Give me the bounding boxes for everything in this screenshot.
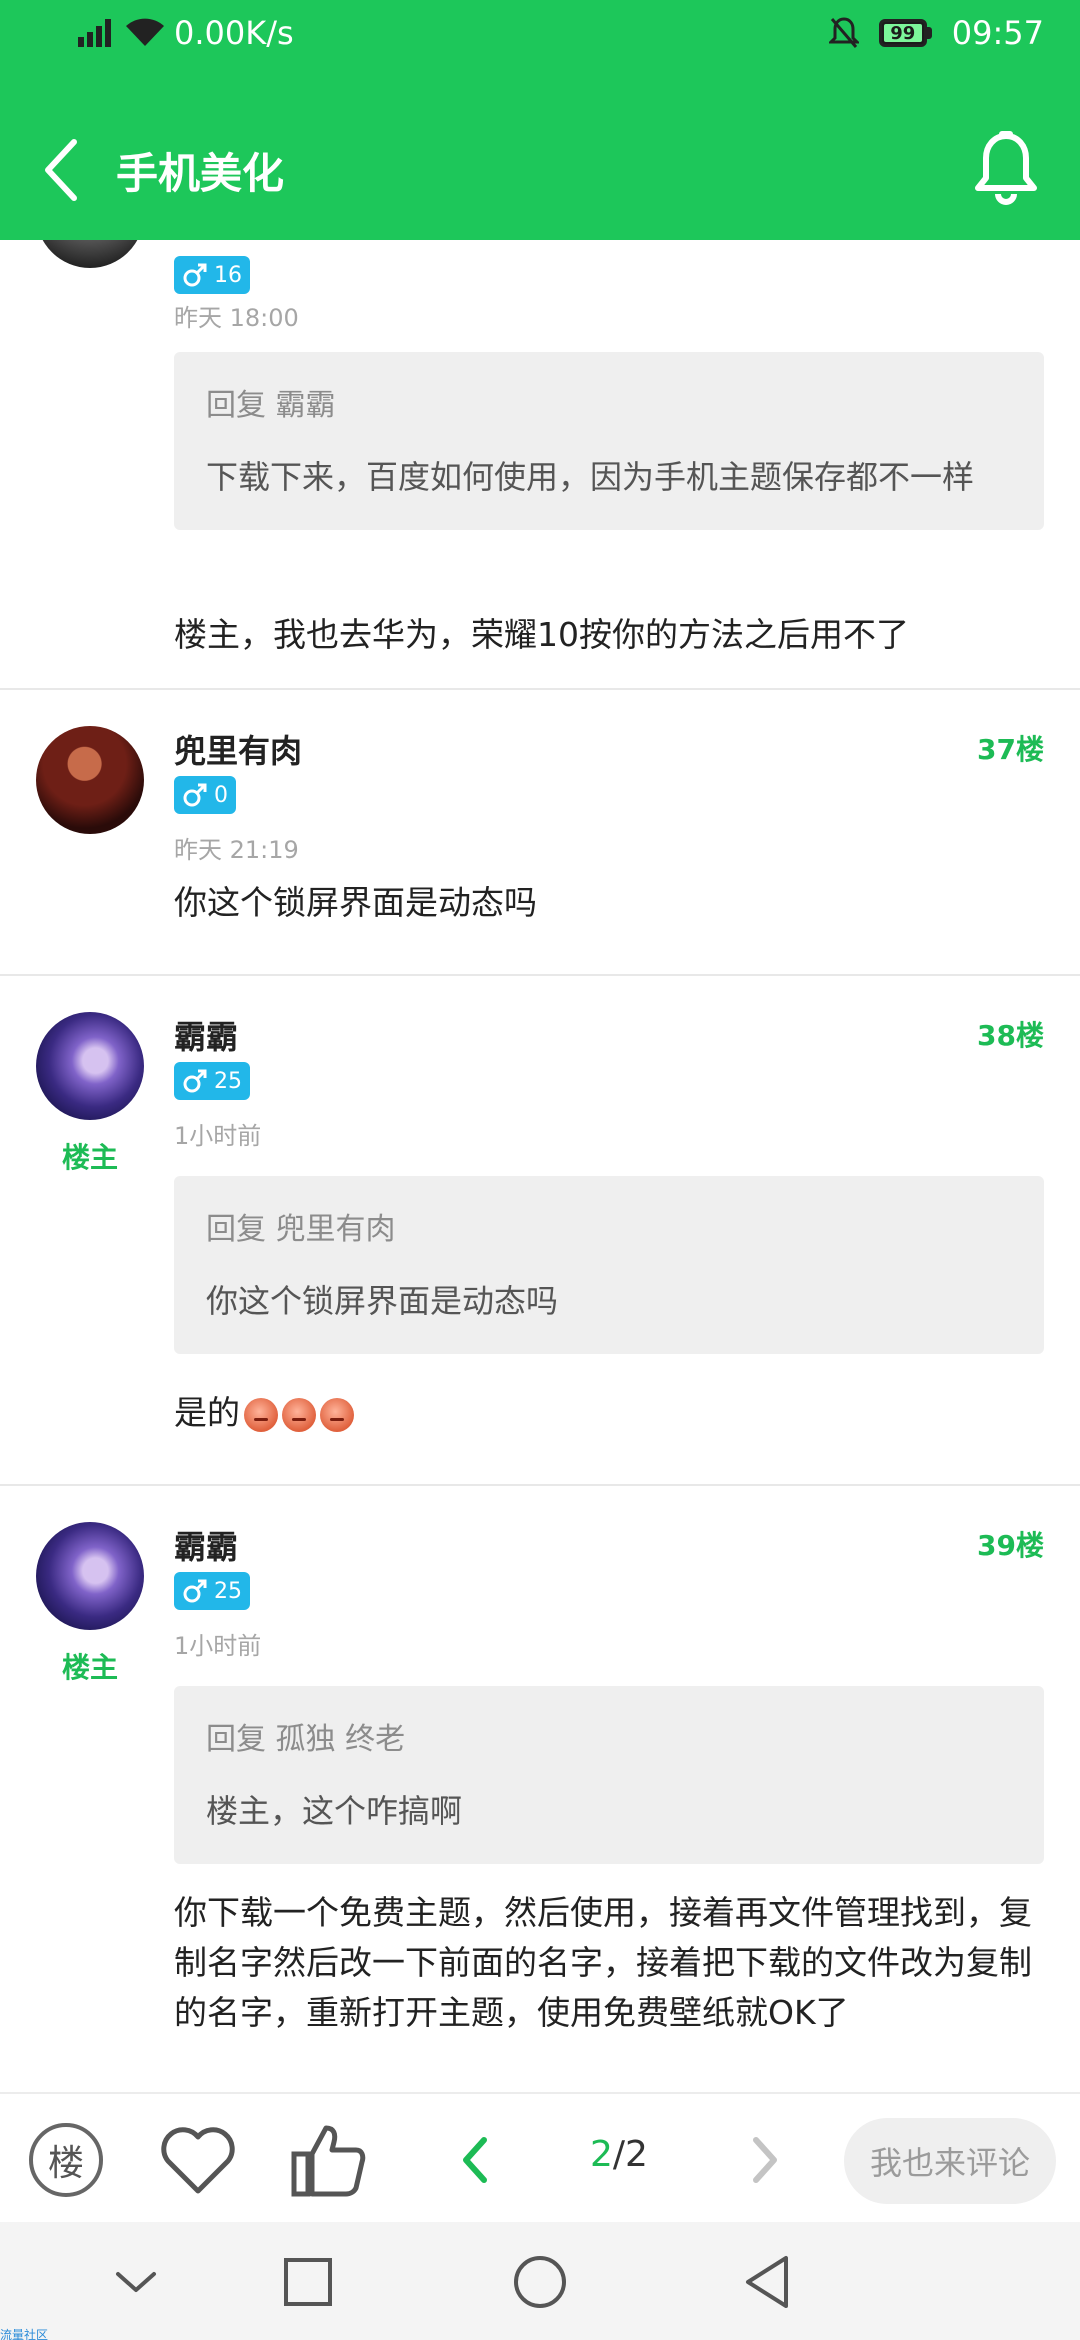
avatar[interactable] (36, 240, 144, 268)
nav-recent-icon[interactable] (276, 2250, 340, 2314)
floor-number: 37楼 (977, 733, 1044, 766)
quote-block[interactable]: 回复 霸霸 下载下来，百度如何使用，因为手机主题保存都不一样 (174, 352, 1044, 530)
favorite-button[interactable] (158, 2120, 238, 2200)
comment-text: 楼主，我也去华为，荣耀10按你的方法之后用不了 (174, 615, 909, 654)
post-time: 昨天 18:00 (174, 304, 299, 332)
thumbs-up-icon (291, 2125, 366, 2197)
nav-home-icon[interactable] (508, 2250, 572, 2314)
quote-block[interactable]: 回复 孤独 终老 楼主，这个咋搞啊 (174, 1686, 1044, 1864)
post-time: 1小时前 (174, 1122, 262, 1150)
male-icon (183, 263, 207, 287)
comment-text-wrapper: 是的 (174, 1388, 1054, 1438)
emoji-icon (282, 1397, 316, 1432)
back-button[interactable] (36, 130, 92, 210)
prev-page-icon (463, 2137, 487, 2183)
quote-block[interactable]: 回复 兜里有肉 你这个锁屏界面是动态吗 (174, 1176, 1044, 1354)
emoji-icon (244, 1397, 278, 1432)
comment-item: 16 昨天 18:00 回复 霸霸 下载下来，百度如何使用，因为手机主题保存都不… (0, 240, 1080, 690)
watermark: 流量社区 (0, 2328, 49, 2340)
username[interactable]: 霸霸 (174, 1522, 238, 1568)
wifi-icon (126, 18, 164, 46)
page-separator: / (612, 2134, 626, 2175)
page-title: 手机美化 (116, 149, 285, 198)
emoji-icon (320, 1397, 354, 1432)
nav-collapse-icon[interactable] (104, 2250, 168, 2314)
male-icon (183, 1579, 207, 1603)
gender-count: 16 (214, 262, 242, 288)
male-icon (183, 783, 207, 807)
app-header: 0.00K/s 99 09:57 手机美化 (0, 0, 1080, 240)
gender-badge: 16 (174, 256, 250, 294)
comment-text: 你这个锁屏界面是动态吗 (174, 883, 537, 922)
bottom-toolbar: 楼 2/2 我也来评论 (0, 2092, 1080, 2222)
prev-page-button[interactable] (436, 2120, 516, 2200)
post-time: 1小时前 (174, 1632, 262, 1660)
mute-bell-icon (828, 17, 859, 48)
bell-icon (975, 131, 1037, 205)
page-indicator[interactable]: 2/2 (590, 2134, 648, 2175)
only-owner-label: 楼 (29, 2123, 103, 2197)
page-total: 2 (625, 2134, 648, 2175)
page-current: 2 (590, 2134, 613, 2175)
floor-number: 39楼 (977, 1529, 1044, 1562)
comment-item: 楼主 霸霸 38楼 25 1小时前 回复 兜里有肉 你这个锁屏界面是动态吗 是的 (0, 976, 1080, 1486)
quote-header: 回复 霸霸 (206, 388, 336, 423)
nav-back-icon[interactable] (736, 2250, 800, 2314)
back-arrow-icon (45, 139, 77, 201)
subscribe-button[interactable] (966, 128, 1046, 208)
heart-icon (161, 2127, 235, 2194)
comment-feed[interactable]: 16 昨天 18:00 回复 霸霸 下载下来，百度如何使用，因为手机主题保存都不… (0, 240, 1080, 2092)
clock: 09:57 (951, 14, 1044, 52)
post-time: 昨天 21:19 (174, 836, 299, 864)
comment-item: 楼主 霸霸 39楼 25 1小时前 回复 孤独 终老 楼主，这个咋搞啊 你下载一… (0, 1486, 1080, 2092)
avatar[interactable] (36, 1522, 144, 1630)
username[interactable]: 霸霸 (174, 1012, 238, 1058)
avatar[interactable] (36, 726, 144, 834)
gender-count: 25 (214, 1578, 242, 1604)
system-nav-bar: 流量社区 (0, 2222, 1080, 2340)
quote-text: 楼主，这个咋搞啊 (206, 1792, 463, 1830)
signal-icon (78, 19, 111, 47)
status-bar: 0.00K/s 99 09:57 (0, 0, 1080, 72)
gender-count: 25 (214, 1068, 242, 1094)
floor-number: 38楼 (977, 1019, 1044, 1052)
next-page-icon (753, 2137, 777, 2183)
quote-text: 你这个锁屏界面是动态吗 (206, 1282, 559, 1320)
gender-badge: 0 (174, 776, 236, 814)
male-icon (183, 1069, 207, 1093)
only-owner-button[interactable]: 楼 (26, 2120, 106, 2200)
quote-text: 下载下来，百度如何使用，因为手机主题保存都不一样 (206, 458, 975, 496)
like-button[interactable] (288, 2120, 368, 2200)
write-comment-button[interactable]: 我也来评论 (844, 2118, 1056, 2204)
comment-text: 是的 (174, 1393, 240, 1432)
network-speed: 0.00K/s (174, 14, 294, 52)
avatar[interactable] (36, 1012, 144, 1120)
next-page-button[interactable] (724, 2120, 804, 2200)
quote-header: 回复 兜里有肉 (206, 1212, 396, 1247)
battery-level: 99 (883, 23, 922, 44)
battery-icon: 99 (878, 19, 932, 47)
username[interactable]: 兜里有肉 (174, 726, 302, 772)
quote-header: 回复 孤独 终老 (206, 1722, 406, 1757)
owner-tag: 楼主 (61, 1651, 118, 1684)
comment-text: 你下载一个免费主题，然后使用，接着再文件管理找到，复制名字然后改一下前面的名字，… (174, 1893, 1032, 2032)
gender-count: 0 (214, 782, 228, 808)
owner-tag: 楼主 (61, 1141, 118, 1174)
gender-badge: 25 (174, 1572, 250, 1610)
gender-badge: 25 (174, 1062, 250, 1100)
comment-item: 兜里有肉 37楼 0 昨天 21:19 你这个锁屏界面是动态吗 (0, 690, 1080, 976)
